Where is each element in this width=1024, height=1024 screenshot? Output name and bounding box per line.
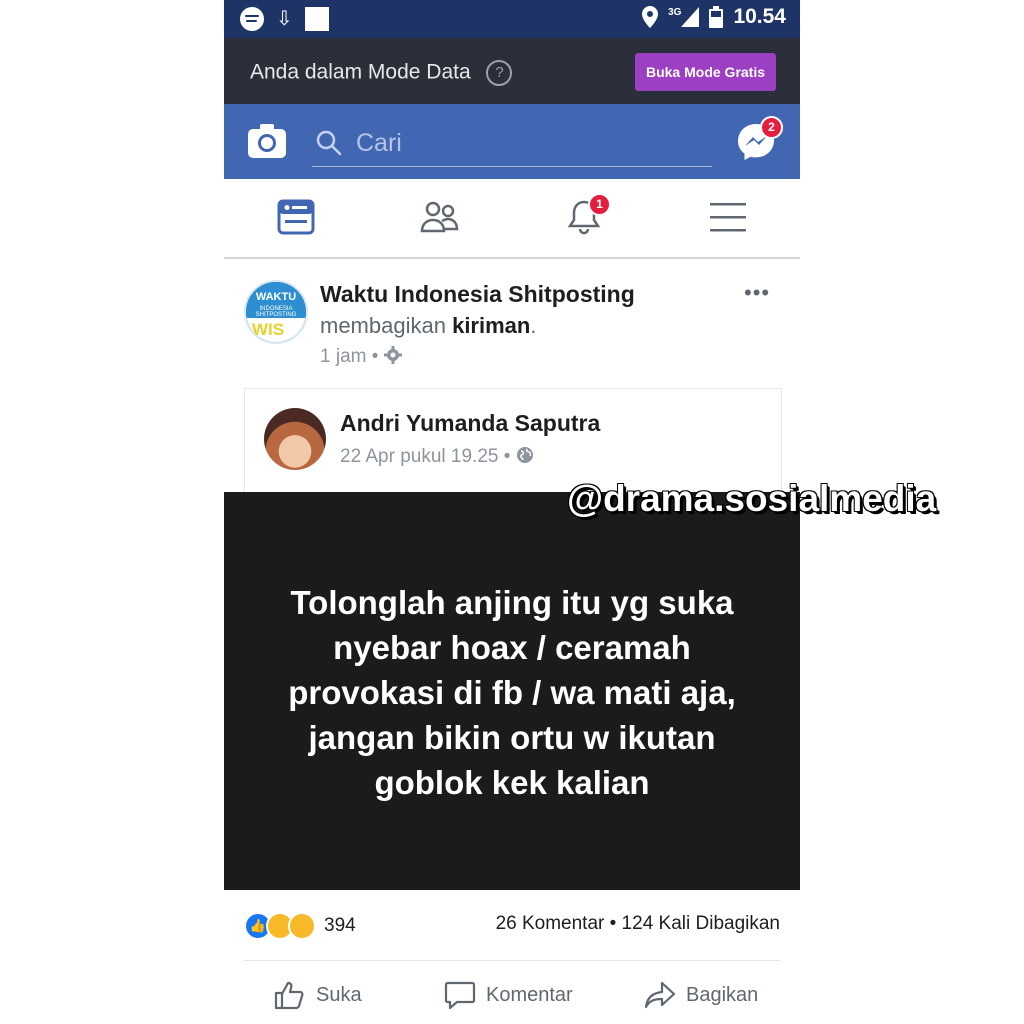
divider (244, 960, 780, 961)
author-avatar[interactable] (264, 408, 326, 470)
avatar-logo-mid: INDONESIA SHITPOSTING (255, 306, 297, 318)
watermark: @drama.sosialmedia (567, 478, 937, 519)
menu-icon[interactable] (708, 197, 748, 237)
status-bar: ⇩ 3G 10.54 (224, 0, 800, 38)
comment-icon (444, 981, 476, 1010)
reaction-summary[interactable]: 👍 394 (244, 912, 356, 940)
data-mode-banner: Anda dalam Mode Data ? Buka Mode Gratis (224, 38, 800, 104)
like-button[interactable]: Suka (274, 980, 362, 1010)
search-placeholder: Cari (356, 129, 402, 157)
shared-post-time: 22 Apr pukul 19.25 • (340, 446, 534, 468)
shared-line: membagikan kiriman. (320, 313, 537, 338)
app-header: Cari 2 (224, 104, 800, 179)
network-type: 3G (668, 7, 682, 18)
friends-icon[interactable] (420, 197, 460, 237)
reaction-count: 394 (324, 915, 356, 936)
share-icon (644, 981, 676, 1009)
camera-icon[interactable] (248, 124, 286, 158)
comment-share-stats[interactable]: 26 Komentar • 124 Kali Dibagikan (496, 913, 780, 935)
sad-reaction-icon (288, 912, 316, 940)
messenger-badge: 2 (760, 116, 783, 139)
messenger-button[interactable]: 2 (736, 116, 783, 162)
signal-icon (681, 7, 700, 27)
share-button[interactable]: Bagikan (644, 980, 758, 1010)
page-avatar[interactable]: WAKTU INDONESIA SHITPOSTING WIS (244, 280, 308, 344)
thumbs-up-icon (274, 981, 304, 1010)
news-feed-icon[interactable] (276, 197, 316, 237)
search-field[interactable]: Cari (312, 120, 712, 167)
notifications-badge: 1 (588, 193, 611, 216)
notification-square-icon (304, 7, 329, 31)
free-mode-button[interactable]: Buka Mode Gratis (635, 53, 776, 91)
like-label: Suka (316, 983, 362, 1006)
comment-button[interactable]: Komentar (444, 980, 573, 1010)
post-image[interactable]: Tolonglah anjing itu yg suka nyebar hoax… (224, 492, 800, 890)
post-image-text: Tolonglah anjing itu yg suka nyebar hoax… (288, 584, 736, 801)
gear-icon (383, 346, 402, 364)
spotify-icon (240, 7, 264, 31)
author-name[interactable]: Andri Yumanda Saputra (340, 410, 600, 437)
globe-icon (516, 447, 533, 463)
more-options-button[interactable]: ••• (744, 280, 770, 306)
location-icon (642, 6, 659, 28)
help-icon[interactable]: ? (486, 60, 513, 86)
page-name[interactable]: Waktu Indonesia Shitposting (320, 281, 635, 308)
comment-label: Komentar (486, 983, 573, 1006)
battery-icon (709, 6, 724, 28)
share-label: Bagikan (686, 983, 759, 1006)
avatar-logo-wis: WIS (252, 320, 285, 339)
notifications-button[interactable]: 1 (564, 193, 611, 237)
post-time: 1 jam • (320, 346, 402, 368)
nav-bar: 1 (224, 179, 800, 259)
search-icon (316, 130, 342, 156)
clock: 10.54 (733, 5, 786, 28)
download-icon: ⇩ (276, 8, 293, 30)
shared-post-link[interactable]: kiriman (452, 313, 530, 338)
data-mode-text: Anda dalam Mode Data (250, 60, 471, 84)
